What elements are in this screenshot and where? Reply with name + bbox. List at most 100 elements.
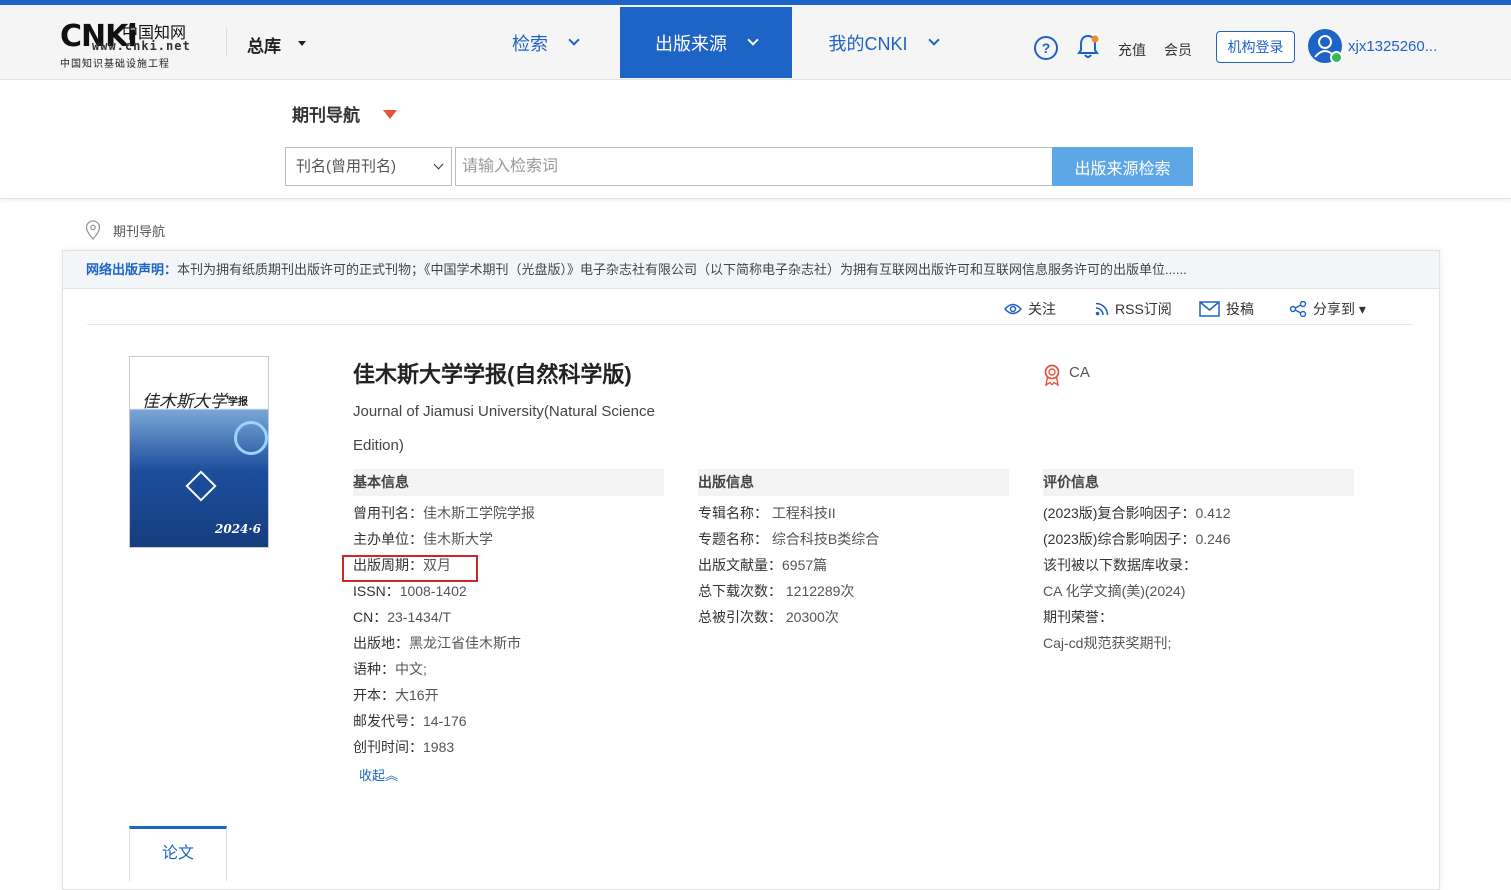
share-label: 分享到 ▾ [1313, 301, 1366, 317]
info-row-composite-if: (2023版)复合影响因子：0.412 [1043, 500, 1354, 526]
library-selector[interactable]: 总库 [247, 32, 281, 57]
info-value: 23-1434/T [387, 609, 452, 625]
chevron-down-icon [433, 159, 444, 170]
verified-check-icon [1330, 51, 1343, 64]
info-value: Caj-cd规范获奖期刊; [1043, 635, 1172, 651]
info-value: 0.412 [1195, 505, 1231, 521]
info-value: 1212289次 [782, 583, 855, 599]
follow-button[interactable]: 关注 [1004, 299, 1056, 319]
info-value: 中文; [395, 661, 427, 677]
info-value: 大16开 [395, 687, 439, 703]
info-key: 总下载次数： [698, 583, 782, 599]
nav-my-cnki[interactable]: 我的CNKI [808, 7, 958, 78]
info-row-ca-database[interactable]: CA 化学文摘(美)(2024) [1043, 578, 1354, 604]
info-row-format: 开本：大16开 [353, 682, 664, 708]
submit-label: 投稿 [1226, 301, 1254, 317]
info-row-series: 专辑名称： 工程科技II [698, 500, 1009, 526]
publication-source-search-button[interactable]: 出版来源检索 [1052, 147, 1193, 186]
info-row-citations: 总被引次数： 20300次 [698, 604, 1009, 630]
journal-nav-label[interactable]: 期刊导航 [292, 101, 360, 126]
notice-label: 网络出版声明： [86, 262, 178, 277]
info-row-language: 语种：中文; [353, 656, 664, 682]
journal-title-en: Journal of Jiamusi University(Natural Sc… [353, 403, 655, 454]
evaluation-info-column: 评价信息 (2023版)复合影响因子：0.412 (2023版)综合影响因子： 0… [1043, 469, 1354, 656]
info-key: ISSN： [353, 583, 400, 599]
info-key: (2023版)综合影响因子： [1043, 531, 1196, 547]
eye-icon [1004, 303, 1022, 315]
search-field-select[interactable]: 刊名(曾用刊名) [285, 147, 452, 186]
cover-title-suffix: 学报 [228, 397, 248, 408]
collapse-link[interactable]: 收起︽ [359, 765, 398, 784]
institution-login-button[interactable]: 机构登录 [1216, 31, 1295, 63]
nav-publication-source[interactable]: 出版来源 [620, 7, 792, 78]
info-key: 该刊被以下数据库收录： [1043, 557, 1197, 573]
info-row-location: 出版地：黑龙江省佳木斯市 [353, 630, 664, 656]
evaluation-info-heading: 评价信息 [1043, 469, 1354, 496]
journal-detail-panel: 网络出版声明：本刊为拥有纸质期刊出版许可的正式刊物；《中国学术期刊（光盘版）》电… [62, 250, 1440, 890]
journal-cover-image[interactable]: 佳木斯大学 学报 2024·6 [129, 356, 269, 548]
info-value: 1983 [423, 739, 455, 755]
caret-down-icon[interactable] [298, 41, 306, 46]
info-key: 出版文献量： [698, 557, 782, 573]
cover-title: 佳木斯大学 [142, 392, 227, 412]
member-link[interactable]: 会员 [1164, 40, 1192, 60]
search-input[interactable] [455, 147, 1053, 186]
cover-issue: 2024·6 [215, 522, 261, 536]
info-row-former-name: 曾用刊名：佳木斯工学院学报 [353, 500, 664, 526]
nav-search[interactable]: 检索 [470, 7, 620, 78]
username[interactable]: xjx1325260... [1348, 38, 1437, 55]
logo-url-text: www.cnki.net [92, 39, 191, 53]
info-value: 佳木斯大学 [423, 531, 493, 547]
info-key: 语种： [353, 661, 395, 677]
info-value: 1008-1402 [399, 583, 467, 599]
info-row-honor-item[interactable]: Caj-cd规范获奖期刊; [1043, 630, 1354, 656]
rss-icon [1095, 302, 1109, 316]
nav-mycnki-label: 我的CNKI [828, 33, 908, 54]
info-value: 工程科技II [768, 505, 836, 521]
journal-title: 佳木斯大学学报(自然科学版) [353, 362, 632, 387]
info-key: 专题名称： [698, 531, 768, 547]
cover-diamond-graphic [185, 470, 217, 502]
info-row-indexed-by: 该刊被以下数据库收录： [1043, 552, 1354, 578]
info-value: 14-176 [423, 713, 467, 729]
breadcrumb[interactable]: 期刊导航 [113, 221, 165, 240]
recharge-link[interactable]: 充值 [1118, 40, 1146, 60]
logo-subtitle: 中国知识基础设施工程 [60, 59, 170, 70]
chevron-down-icon [568, 33, 580, 46]
top-header: CNKi 中国知网 www.cnki.net 中国知识基础设施工程 总库 检索 … [0, 5, 1511, 80]
bell-icon[interactable] [1076, 33, 1100, 61]
submit-manuscript-button[interactable]: 投稿 [1199, 299, 1254, 319]
nav-source-label: 出版来源 [655, 33, 727, 54]
info-row-article-count: 出版文献量：6957篇 [698, 552, 1009, 578]
cover-ring-graphic [234, 421, 268, 455]
info-value: 佳木斯工学院学报 [423, 505, 535, 521]
frequency-highlight-box [342, 555, 478, 582]
info-row-honors: 期刊荣誉： [1043, 604, 1354, 630]
tab-paper[interactable]: 论文 [129, 826, 227, 881]
share-icon [1289, 301, 1307, 317]
basic-info-heading: 基本信息 [353, 469, 664, 496]
notice-text: 本刊为拥有纸质期刊出版许可的正式刊物；《中国学术期刊（光盘版）》电子杂志社有限公… [177, 262, 1187, 277]
info-key: 邮发代号： [353, 713, 423, 729]
publication-info-heading: 出版信息 [698, 469, 1009, 496]
chevron-down-icon [747, 33, 759, 46]
award-ribbon-icon [1044, 364, 1060, 386]
info-key: (2023版)复合影响因子： [1043, 505, 1196, 521]
rss-button[interactable]: RSS订阅 [1095, 299, 1172, 319]
info-key: 主办单位： [353, 531, 423, 547]
info-row-postal-code: 邮发代号：14-176 [353, 708, 664, 734]
info-value: 6957篇 [782, 557, 828, 573]
help-icon[interactable]: ? [1034, 36, 1058, 60]
publication-info-column: 出版信息 专辑名称： 工程科技II 专题名称： 综合科技B类综合 出版文献量：6… [698, 469, 1009, 630]
cnki-logo[interactable]: CNKi 中国知网 www.cnki.net 中国知识基础设施工程 [58, 17, 208, 70]
info-key: 曾用刊名： [353, 505, 423, 521]
triangle-down-icon[interactable] [383, 110, 397, 119]
share-button[interactable]: 分享到 ▾ [1289, 299, 1366, 319]
follow-label: 关注 [1028, 301, 1056, 317]
info-key: 期刊荣誉： [1043, 609, 1113, 625]
index-badge: CA [1069, 364, 1090, 381]
info-row-sponsor: 主办单位：佳木斯大学 [353, 526, 664, 552]
mail-icon [1199, 301, 1220, 317]
info-row-topic: 专题名称： 综合科技B类综合 [698, 526, 1009, 552]
info-key: CN： [353, 609, 388, 625]
